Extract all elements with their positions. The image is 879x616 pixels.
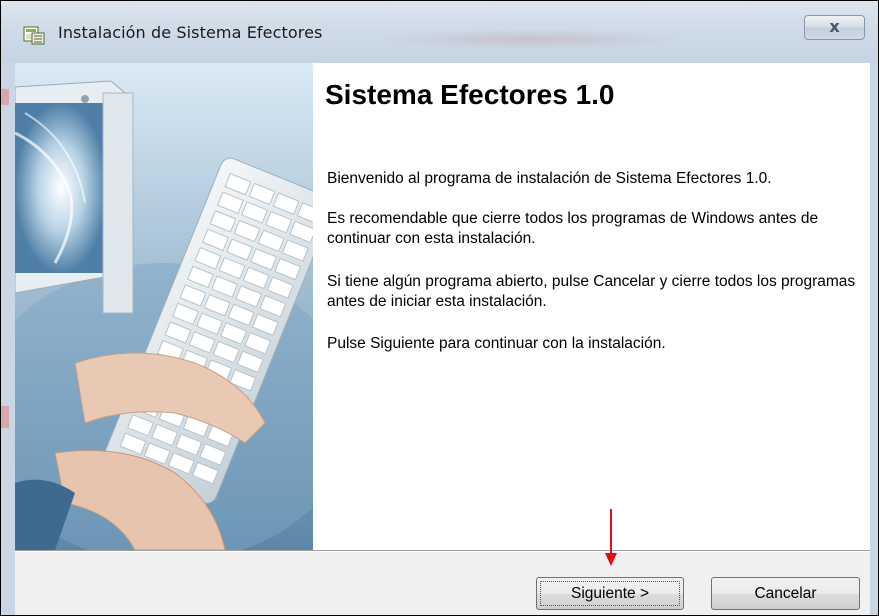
recommendation-paragraph: Es recomendable que cierre todos los pro… bbox=[327, 210, 819, 247]
cancel-button[interactable]: Cancelar bbox=[711, 577, 860, 610]
close-button[interactable]: x bbox=[804, 15, 865, 40]
page-title: Sistema Efectores 1.0 bbox=[325, 79, 615, 110]
title-bar[interactable]: Instalación de Sistema Efectores x bbox=[1, 1, 878, 63]
focus-rectangle bbox=[540, 581, 680, 606]
welcome-banner-image bbox=[15, 63, 313, 550]
cancel-button-label: Cancelar bbox=[754, 585, 817, 602]
title-bar-glow bbox=[381, 29, 681, 49]
next-button[interactable]: Siguiente > bbox=[536, 577, 684, 610]
welcome-paragraph: Bienvenido al programa de instalación de… bbox=[327, 170, 772, 187]
footer-separator-highlight bbox=[15, 551, 870, 552]
frame-highlight bbox=[1, 406, 9, 428]
window-frame-left bbox=[1, 63, 15, 615]
continue-instruction-paragraph: Pulse Siguiente para continuar con la in… bbox=[327, 335, 666, 352]
welcome-content: Sistema Efectores 1.0 Bienvenido al prog… bbox=[313, 63, 870, 550]
installer-window: Instalación de Sistema Efectores x Siste… bbox=[0, 0, 879, 616]
installer-app-icon bbox=[23, 26, 45, 45]
cancel-instruction-paragraph: Si tiene algún programa abierto, pulse C… bbox=[327, 273, 856, 310]
computer-keyboard-illustration bbox=[15, 63, 313, 550]
down-arrow-icon bbox=[605, 509, 617, 566]
window-title: Instalación de Sistema Efectores bbox=[58, 23, 323, 42]
close-icon: x bbox=[829, 17, 840, 36]
window-frame-right bbox=[870, 63, 878, 615]
dialog-client-area: Sistema Efectores 1.0 Bienvenido al prog… bbox=[15, 63, 870, 615]
frame-highlight bbox=[1, 89, 9, 105]
